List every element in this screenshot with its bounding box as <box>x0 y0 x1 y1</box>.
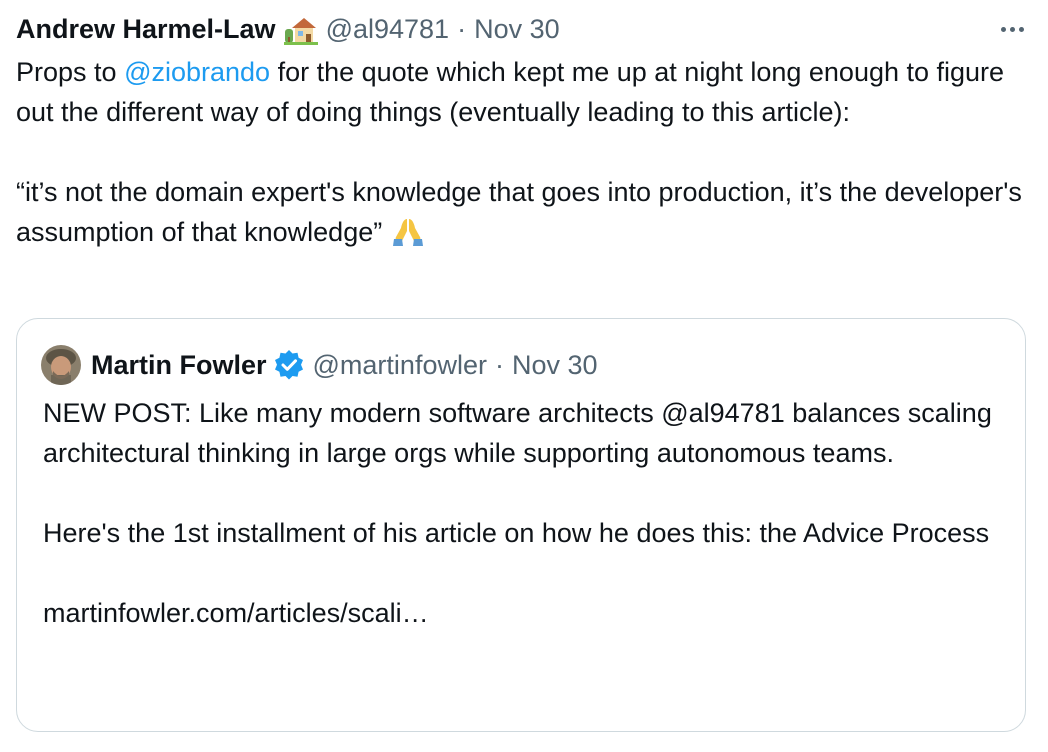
quoted-tweet-date[interactable]: Nov 30 <box>512 350 598 381</box>
quoted-link[interactable]: martinfowler.com/articles/scali… <box>43 593 1013 633</box>
author-handle[interactable]: @al94781 <box>326 14 450 45</box>
author-name[interactable]: Andrew Harmel-Law <box>16 14 276 45</box>
quoted-tweet-card[interactable]: Martin Fowler @martinfowler · Nov 30 NEW… <box>16 318 1026 732</box>
quoted-tweet-text: NEW POST: Like many modern software arch… <box>43 393 1013 633</box>
more-horizontal-icon <box>1000 26 1006 32</box>
tweet-header: Andrew Harmel-Law @al94781 · Nov 30 <box>16 10 1032 48</box>
quoted-paragraph-2: Here's the 1st installment of his articl… <box>43 518 990 548</box>
separator-dot: · <box>494 349 504 380</box>
quoted-author-name[interactable]: Martin Fowler <box>91 350 267 381</box>
tweet-quote-paragraph: “it’s not the domain expert's knowledge … <box>16 177 1022 247</box>
verified-badge-icon <box>273 349 305 381</box>
more-options-button[interactable] <box>992 14 1032 44</box>
quoted-paragraph-1: NEW POST: Like many modern software arch… <box>43 398 992 468</box>
tweet-date[interactable]: Nov 30 <box>474 14 560 45</box>
folded-hands-icon <box>390 215 426 247</box>
separator-dot: · <box>457 13 467 44</box>
avatar[interactable] <box>41 345 81 385</box>
house-with-garden-icon <box>283 15 318 45</box>
mention-link[interactable]: @ziobrando <box>124 57 270 87</box>
quoted-tweet-header: Martin Fowler @martinfowler · Nov 30 <box>41 345 598 385</box>
tweet-text: Props to @ziobrando for the quote which … <box>16 52 1032 252</box>
quoted-author-handle[interactable]: @martinfowler <box>313 350 487 381</box>
tweet: Andrew Harmel-Law @al94781 · Nov 30 Prop… <box>16 10 1032 252</box>
tweet-paragraph: Props to @ziobrando for the quote which … <box>16 57 1005 127</box>
